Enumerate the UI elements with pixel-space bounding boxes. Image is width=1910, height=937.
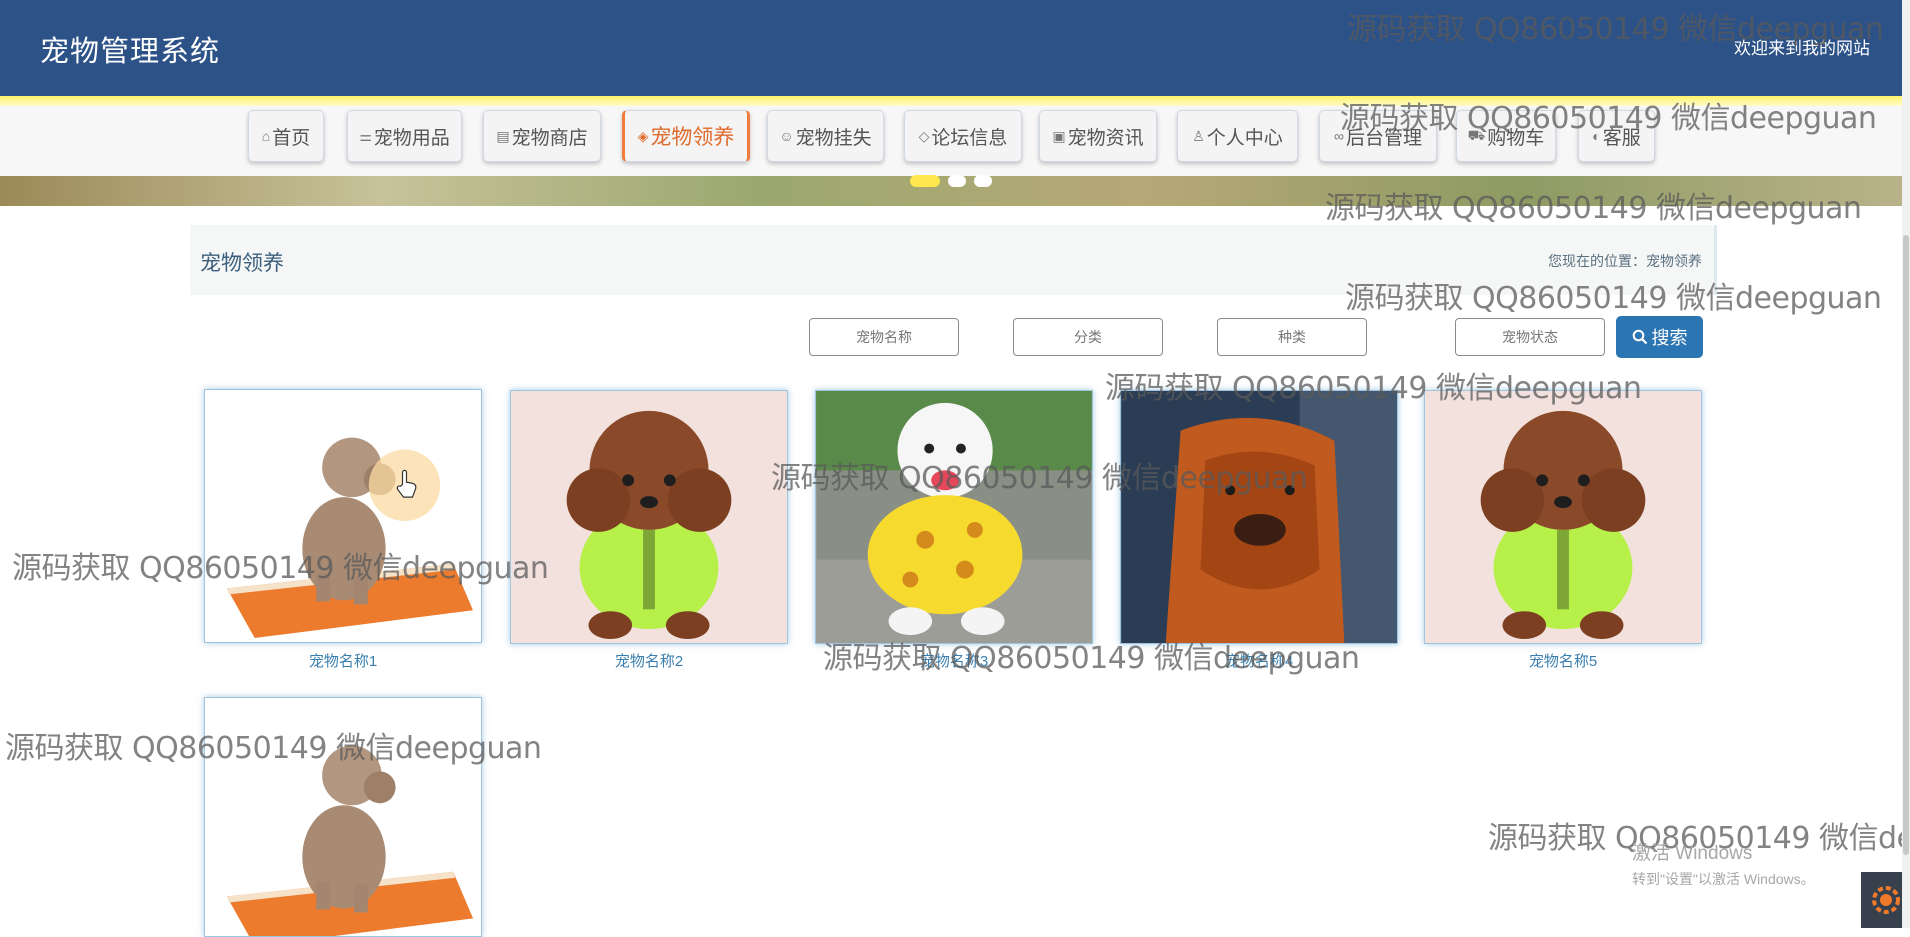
nav-pet-store[interactable]: ▤ 宠物商店 bbox=[483, 110, 601, 162]
pet-card[interactable] bbox=[815, 390, 1093, 644]
pet-status-input[interactable]: 宠物状态 bbox=[1455, 318, 1605, 356]
breadcrumb: 您现在的位置：宠物领养 bbox=[1548, 253, 1702, 269]
watermark-text: 源码获取 QQ86050149 微信deepguan bbox=[771, 461, 1308, 496]
search-button[interactable]: 搜索 bbox=[1616, 316, 1703, 358]
page-title: 宠物领养 bbox=[200, 252, 284, 275]
watermark-text: 源码获取 QQ86050149 微信deepguan bbox=[823, 641, 1360, 676]
user-icon: ♙ bbox=[1192, 127, 1205, 144]
search-icon bbox=[1632, 329, 1647, 345]
pet-name-link[interactable]: 宠物名称1 bbox=[204, 650, 482, 671]
carousel-dots[interactable] bbox=[910, 175, 992, 187]
pet-photo bbox=[511, 391, 787, 643]
nav-forum[interactable]: ◇ 论坛信息 bbox=[904, 110, 1022, 162]
nav-pet-lost[interactable]: ☺ 宠物挂失 bbox=[767, 110, 884, 162]
carousel-dot[interactable] bbox=[974, 175, 992, 187]
pet-name-link[interactable]: 宠物名称5 bbox=[1424, 650, 1702, 671]
carousel-dot[interactable] bbox=[948, 175, 966, 187]
store-icon: ▤ bbox=[496, 127, 510, 144]
pet-photo bbox=[1121, 391, 1397, 643]
pet-name-link[interactable]: 宠物名称2 bbox=[510, 650, 788, 671]
windows-activation-notice: 激活 Windows 转到"设置"以激活 Windows。 bbox=[1632, 843, 1815, 887]
app-title: 宠物管理系统 bbox=[40, 36, 221, 68]
pet-card[interactable] bbox=[1424, 390, 1702, 644]
scrollbar-thumb[interactable] bbox=[1903, 235, 1909, 855]
watermark-text: 源码获取 QQ86050149 微信deepguan bbox=[5, 731, 542, 766]
nav-pet-adoption[interactable]: ◈ 宠物领养 bbox=[622, 110, 750, 162]
scrollbar[interactable] bbox=[1902, 0, 1910, 928]
carousel-dot[interactable] bbox=[910, 175, 940, 187]
watermark-text: 源码获取 QQ86050149 微信deepguan bbox=[1347, 12, 1884, 47]
pet-card[interactable] bbox=[510, 390, 788, 644]
box-icon: ◈ bbox=[637, 127, 649, 144]
nav-pet-news[interactable]: ▣ 宠物资讯 bbox=[1039, 110, 1157, 162]
news-icon: ▣ bbox=[1052, 127, 1066, 144]
pet-photo bbox=[1425, 391, 1701, 643]
watermark-text: 源码获取 QQ86050149 微信deepguan bbox=[12, 551, 549, 586]
species-input[interactable]: 种类 bbox=[1217, 318, 1367, 356]
pet-card[interactable] bbox=[1120, 390, 1398, 644]
nav-home[interactable]: ⌂ 首页 bbox=[248, 110, 324, 162]
watermark-text: 源码获取 QQ86050149 微信deepguan bbox=[1345, 281, 1882, 316]
pet-photo bbox=[816, 391, 1092, 643]
tag-icon: ◇ bbox=[918, 127, 930, 144]
pet-photo bbox=[205, 390, 481, 642]
category-input[interactable]: 分类 bbox=[1013, 318, 1163, 356]
home-icon: ⌂ bbox=[261, 128, 271, 144]
nav-personal-center[interactable]: ♙ 个人中心 bbox=[1177, 110, 1298, 162]
watermark-text: 源码获取 QQ86050149 微信deepguan bbox=[1105, 371, 1642, 406]
smile-icon: ☺ bbox=[779, 128, 794, 144]
watermark-text: 源码获取 QQ86050149 微信deepguan bbox=[1325, 191, 1862, 226]
pet-card[interactable] bbox=[204, 389, 482, 643]
gear-icon bbox=[1871, 886, 1900, 914]
sliders-icon: ⚌ bbox=[359, 127, 372, 144]
watermark-text: 源码获取 QQ86050149 微信deepguan bbox=[1340, 101, 1877, 136]
pet-name-input[interactable]: 宠物名称 bbox=[809, 318, 959, 356]
nav-pet-supplies[interactable]: ⚌ 宠物用品 bbox=[347, 110, 462, 162]
